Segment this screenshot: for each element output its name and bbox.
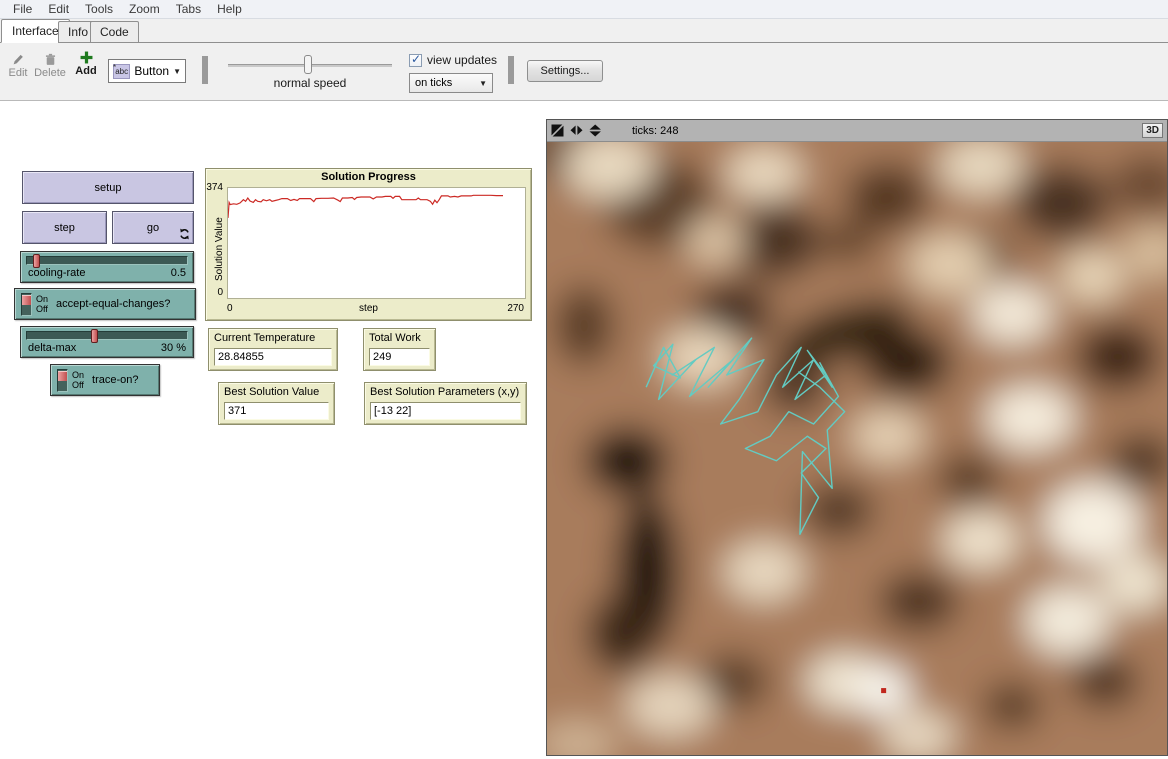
switch-off-label: Off bbox=[72, 380, 84, 390]
delete-widget-button[interactable]: Delete bbox=[32, 53, 68, 79]
switch-on-label: On bbox=[72, 370, 84, 380]
tab-bar: Interface Info Code bbox=[0, 19, 1168, 43]
menu-item-zoom[interactable]: Zoom bbox=[122, 1, 167, 17]
switch-off-label: Off bbox=[36, 304, 48, 314]
best-solution-dot bbox=[881, 688, 886, 693]
chevron-down-icon: ▼ bbox=[173, 67, 181, 76]
view-header: ticks: 248 3D bbox=[547, 120, 1167, 142]
menu-item-help[interactable]: Help bbox=[210, 1, 249, 17]
delta-max-track[interactable] bbox=[26, 331, 188, 340]
world-view: ticks: 248 3D bbox=[546, 119, 1168, 756]
delete-label: Delete bbox=[34, 67, 66, 79]
button-widget-icon: abc bbox=[113, 64, 130, 79]
switch-slot[interactable] bbox=[21, 293, 32, 316]
plot-xmax-tick: 270 bbox=[507, 303, 524, 314]
cooling-rate-value: 0.5 bbox=[171, 267, 186, 279]
current-temperature-monitor: Current Temperature 28.84855 bbox=[208, 328, 338, 371]
plot-title: Solution Progress bbox=[206, 171, 531, 183]
accept-equal-changes-label: accept-equal-changes? bbox=[56, 298, 170, 310]
vertical-resize-icon[interactable] bbox=[589, 124, 602, 137]
widget-type-dropdown[interactable]: abc Button ▼ bbox=[108, 59, 186, 83]
speed-slider-label: normal speed bbox=[228, 76, 392, 90]
speed-slider-handle[interactable] bbox=[304, 55, 312, 74]
world-canvas[interactable] bbox=[547, 142, 1167, 755]
monitor-label: Best Solution Parameters (x,y) bbox=[370, 386, 519, 398]
plot-y-axis-label: Solution Value bbox=[214, 217, 225, 281]
plot-area bbox=[227, 187, 526, 299]
step-button[interactable]: step bbox=[22, 211, 107, 244]
pencil-icon bbox=[12, 53, 25, 66]
cooling-rate-label: cooling-rate bbox=[28, 267, 85, 279]
delta-max-value: 30 % bbox=[161, 342, 186, 354]
menu-item-edit[interactable]: Edit bbox=[41, 1, 76, 17]
add-label: Add bbox=[75, 65, 96, 77]
settings-button[interactable]: Settings... bbox=[527, 60, 603, 82]
best-solution-value-monitor: Best Solution Value 371 bbox=[218, 382, 335, 425]
terrain-texture bbox=[547, 142, 1167, 755]
monitor-label: Total Work bbox=[369, 332, 421, 344]
menu-bar: File Edit Tools Zoom Tabs Help bbox=[0, 0, 1168, 19]
trace-on-label: trace-on? bbox=[92, 374, 138, 386]
plot-ymin-tick: 0 bbox=[206, 287, 225, 298]
cooling-rate-slider[interactable]: cooling-rate 0.5 bbox=[20, 251, 194, 283]
menu-item-tools[interactable]: Tools bbox=[78, 1, 120, 17]
setup-button[interactable]: setup bbox=[22, 171, 194, 204]
delta-max-label: delta-max bbox=[28, 342, 76, 354]
widget-type-value: Button bbox=[134, 64, 169, 78]
switch-knob[interactable] bbox=[58, 371, 67, 381]
go-button-label: go bbox=[147, 222, 159, 234]
monitor-label: Current Temperature bbox=[214, 332, 315, 344]
view-updates-label: view updates bbox=[427, 53, 497, 67]
chevron-down-icon: ▼ bbox=[479, 79, 487, 88]
ticks-counter: ticks: 248 bbox=[632, 125, 678, 137]
plot-x-axis-label: step bbox=[206, 303, 531, 314]
plus-icon bbox=[80, 51, 93, 64]
interface-canvas: setup step go cooling-rate 0.5 On Off ac bbox=[0, 101, 1168, 759]
monitor-value: [-13 22] bbox=[370, 402, 521, 420]
forever-icon bbox=[179, 228, 190, 240]
threed-button[interactable]: 3D bbox=[1142, 123, 1163, 138]
cooling-rate-handle[interactable] bbox=[33, 254, 40, 268]
menu-item-file[interactable]: File bbox=[6, 1, 39, 17]
edit-label: Edit bbox=[9, 67, 28, 79]
edit-widget-button[interactable]: Edit bbox=[4, 53, 32, 79]
plot-ymax-tick: 374 bbox=[206, 182, 225, 193]
delta-max-handle[interactable] bbox=[91, 329, 98, 343]
toolbar-separator bbox=[202, 56, 208, 84]
cooling-rate-track[interactable] bbox=[26, 256, 188, 265]
add-widget-button[interactable]: Add bbox=[72, 51, 100, 77]
tab-code[interactable]: Code bbox=[90, 21, 139, 43]
setup-button-label: setup bbox=[95, 182, 122, 194]
accept-equal-changes-switch[interactable]: On Off accept-equal-changes? bbox=[14, 288, 196, 320]
total-work-monitor: Total Work 249 bbox=[363, 328, 436, 371]
monitor-value: 28.84855 bbox=[214, 348, 332, 366]
menu-item-tabs[interactable]: Tabs bbox=[169, 1, 208, 17]
view-updates-row: view updates bbox=[409, 53, 497, 67]
switch-slot[interactable] bbox=[57, 369, 68, 392]
toolbar: Edit Delete Add abc Button ▼ normal spee… bbox=[0, 43, 1168, 101]
update-mode-value: on ticks bbox=[415, 77, 452, 89]
monitor-value: 249 bbox=[369, 348, 430, 366]
switch-knob[interactable] bbox=[22, 295, 31, 305]
view-updates-checkbox[interactable] bbox=[409, 54, 422, 67]
solution-progress-plot: Solution Progress 374 0 Solution Value 0… bbox=[205, 168, 532, 321]
best-solution-parameters-monitor: Best Solution Parameters (x,y) [-13 22] bbox=[364, 382, 527, 425]
step-button-label: step bbox=[54, 222, 75, 234]
trash-icon bbox=[44, 53, 57, 66]
patch-size-icon bbox=[551, 124, 564, 137]
toolbar-separator bbox=[508, 56, 514, 84]
update-mode-dropdown[interactable]: on ticks ▼ bbox=[409, 73, 493, 93]
monitor-value: 371 bbox=[224, 402, 329, 420]
monitor-label: Best Solution Value bbox=[224, 386, 319, 398]
switch-on-label: On bbox=[36, 294, 48, 304]
delta-max-slider[interactable]: delta-max 30 % bbox=[20, 326, 194, 358]
plot-line-canvas bbox=[228, 188, 525, 298]
go-button[interactable]: go bbox=[112, 211, 194, 244]
horizontal-resize-icon[interactable] bbox=[570, 124, 583, 137]
trace-on-switch[interactable]: On Off trace-on? bbox=[50, 364, 160, 396]
